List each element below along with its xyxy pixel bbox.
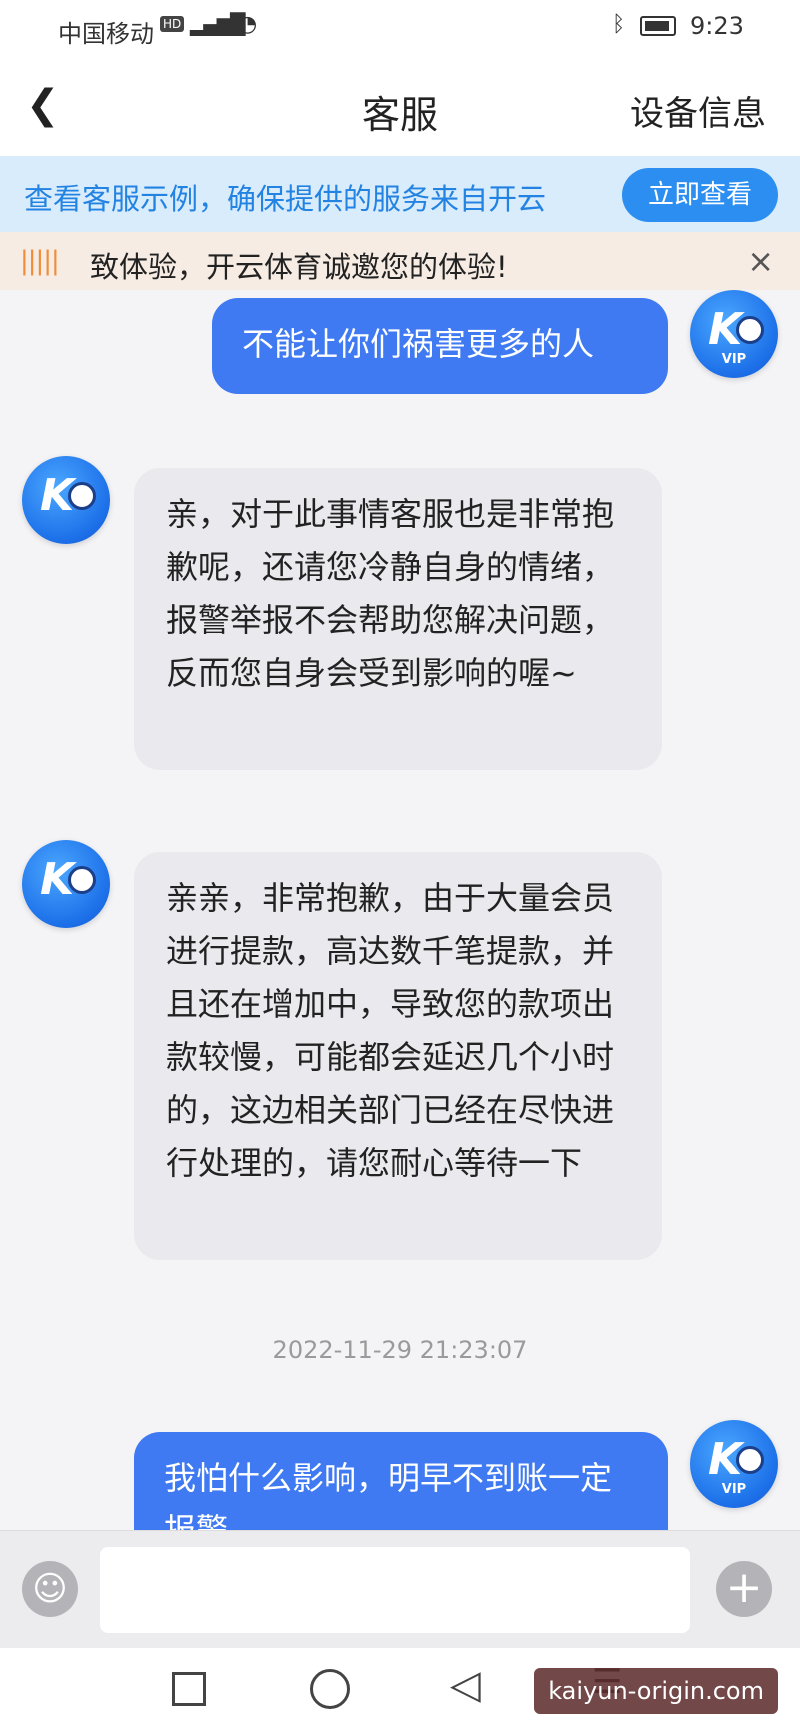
- message-incoming[interactable]: 亲，对于此事情客服也是非常抱歉呢，还请您冷静自身的情绪，报警举报不会帮助您解决问…: [134, 468, 662, 770]
- message-incoming[interactable]: 亲亲，非常抱歉，由于大量会员进行提款，高达数千笔提款，并且还在增加中，导致您的款…: [134, 852, 662, 1260]
- plus-icon[interactable]: +: [716, 1561, 772, 1617]
- marquee-text: 致体验，开云体育诚邀您的体验!: [90, 250, 508, 284]
- user-avatar[interactable]: K VIP: [690, 290, 778, 378]
- input-bar: ☺ +: [0, 1530, 800, 1649]
- home-icon[interactable]: [310, 1669, 350, 1709]
- nav-bar: ❮ 客服 设备信息: [0, 56, 800, 156]
- back-triangle-icon[interactable]: ◁: [450, 1662, 481, 1708]
- battery-icon: [640, 16, 676, 36]
- recent-apps-icon[interactable]: [172, 1672, 206, 1706]
- message-timestamp: 2022-11-29 21:23:07: [272, 1336, 528, 1364]
- agent-avatar[interactable]: K: [22, 840, 110, 928]
- close-icon[interactable]: ×: [747, 242, 774, 280]
- user-avatar[interactable]: K VIP: [690, 1420, 778, 1508]
- info-banner-text: 查看客服示例，确保提供的服务来自开云: [24, 182, 547, 216]
- wifi-icon: ◔: [238, 12, 258, 37]
- message-outgoing[interactable]: 不能让你们祸害更多的人: [212, 298, 668, 394]
- chat-area[interactable]: 不能让你们祸害更多的人 K VIP K 亲，对于此事情客服也是非常抱歉呢，还请您…: [0, 290, 800, 1530]
- football-icon: [736, 1446, 764, 1474]
- clock: 9:23: [690, 12, 744, 40]
- football-icon: [68, 866, 96, 894]
- audio-bars-icon: |||||: [20, 246, 60, 276]
- announcement-marquee: ||||| 致体验，开云体育诚邀您的体验! ×: [0, 232, 800, 290]
- message-input[interactable]: [100, 1547, 690, 1633]
- vip-badge: VIP: [721, 352, 747, 367]
- football-icon: [736, 316, 764, 344]
- device-info-button[interactable]: 设备信息: [630, 86, 766, 135]
- status-bar: 中国移动 HD ▂▄▆█ ◔ ᛒ 9:23: [0, 0, 800, 56]
- signal-icon: ▂▄▆█: [190, 12, 246, 36]
- info-banner: 查看客服示例，确保提供的服务来自开云 立即查看: [0, 156, 800, 232]
- hd-badge: HD: [160, 16, 185, 32]
- agent-avatar[interactable]: K: [22, 456, 110, 544]
- carrier-name: 中国移动: [58, 20, 154, 48]
- message-outgoing[interactable]: 我怕什么影响，明早不到账一定报警: [134, 1432, 668, 1530]
- emoji-icon[interactable]: ☺: [22, 1561, 78, 1617]
- vip-badge: VIP: [721, 1482, 747, 1497]
- football-icon: [68, 482, 96, 510]
- watermark: kaiyun-origin.com: [534, 1668, 778, 1714]
- bluetooth-icon: ᛒ: [612, 12, 626, 37]
- view-now-button[interactable]: 立即查看: [622, 168, 778, 222]
